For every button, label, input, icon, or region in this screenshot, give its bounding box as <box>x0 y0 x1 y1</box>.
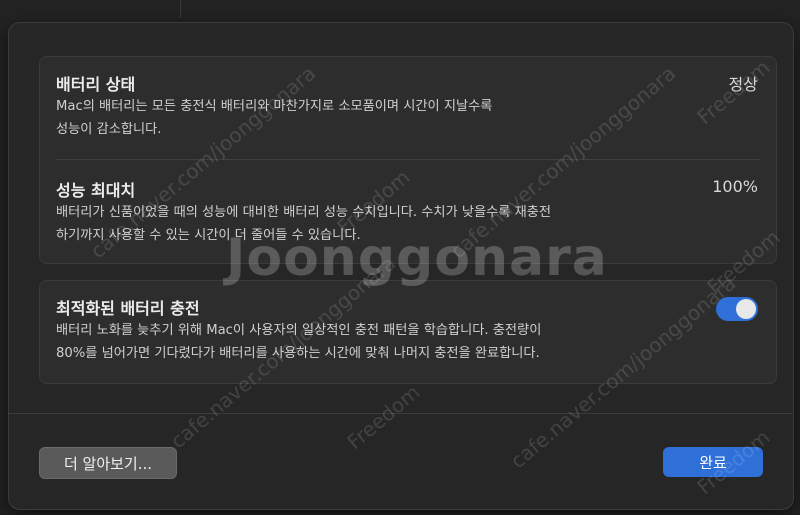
battery-health-row: 배터리 상태 정상 Mac의 배터리는 모든 충전식 배터리와 마찬가지로 소모… <box>56 71 760 141</box>
optimized-charging-toggle[interactable] <box>716 297 758 321</box>
optimized-charging-row: 최적화된 배터리 충전 배터리 노화를 늦추기 위해 Mac이 사용자의 일상적… <box>56 295 760 369</box>
optimized-charging-group: 최적화된 배터리 충전 배터리 노화를 늦추기 위해 Mac이 사용자의 일상적… <box>39 280 777 384</box>
optimized-charging-description-line2: 80%를 넘어가면 기다렸다가 배터리를 사용하는 시간에 맞춰 나머지 충전을… <box>56 346 540 361</box>
max-capacity-value: 100% <box>712 177 758 196</box>
battery-health-description-line1: Mac의 배터리는 모든 충전식 배터리와 마찬가지로 소모품이며 시간이 지날… <box>56 99 493 114</box>
battery-health-title: 배터리 상태 <box>56 75 136 94</box>
battery-health-description-line2: 성능이 감소합니다. <box>56 122 162 137</box>
footer-divider <box>9 413 793 414</box>
toggle-knob <box>736 299 756 319</box>
background-divider <box>180 0 181 18</box>
watermark-logo: Joonggonara <box>226 228 608 288</box>
max-capacity-description-line1: 배터리가 신품이었을 때의 성능에 대비한 배터리 성능 수치입니다. 수치가 … <box>56 205 552 220</box>
max-capacity-title: 성능 최대치 <box>56 181 136 200</box>
learn-more-button[interactable]: 더 알아보기... <box>39 447 177 479</box>
group-divider <box>56 159 760 160</box>
done-button[interactable]: 완료 <box>663 447 763 477</box>
battery-health-value: 정상 <box>728 75 758 94</box>
optimized-charging-description-line1: 배터리 노화를 늦추기 위해 Mac이 사용자의 일상적인 충전 패턴을 학습합… <box>56 323 542 338</box>
optimized-charging-title: 최적화된 배터리 충전 <box>56 299 200 318</box>
